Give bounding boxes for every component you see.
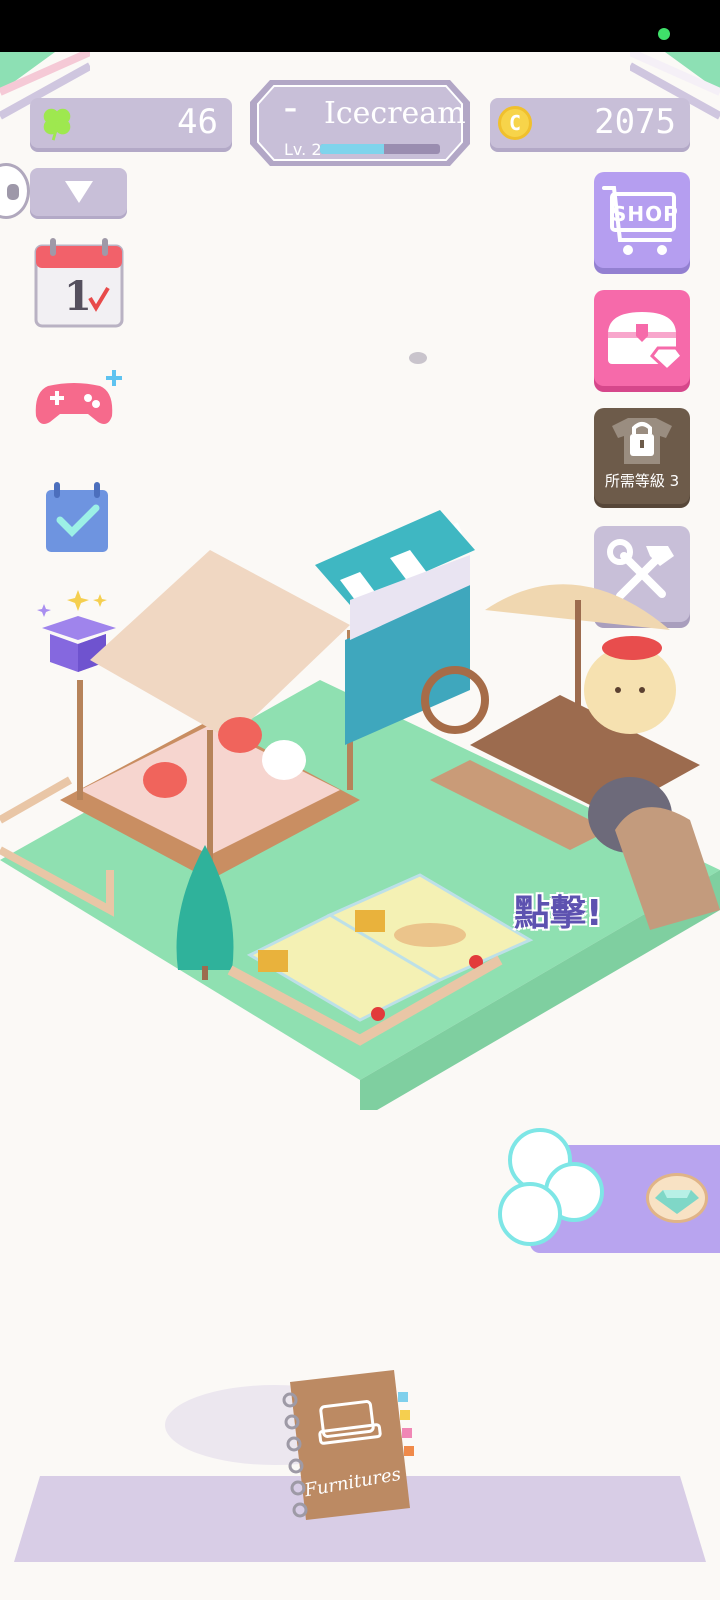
coin-icon: C	[498, 106, 532, 140]
player-level: Lv. 2	[284, 140, 322, 159]
status-indicator-dot	[658, 28, 670, 40]
side-toggle-button[interactable]	[0, 163, 30, 219]
pebble	[409, 352, 427, 364]
clover-counter[interactable]: 46	[30, 98, 232, 148]
shop-button[interactable]: SHOP	[594, 172, 690, 268]
clover-icon	[43, 108, 71, 141]
name-dash: –	[284, 94, 297, 124]
player-name: Icecream	[324, 96, 466, 131]
level-progress-bar	[320, 144, 440, 154]
chevron-down-icon	[64, 181, 93, 203]
isometric-park-scene[interactable]: ICECREAM	[0, 350, 720, 1110]
diamond-icon	[655, 1190, 699, 1214]
coin-counter[interactable]: C 2075	[490, 98, 690, 148]
coin-count: 2075	[594, 102, 676, 142]
level-progress-fill	[320, 144, 384, 154]
calendar-icon[interactable]: 1	[34, 238, 124, 328]
clover-count: 46	[177, 102, 218, 142]
svg-text:1: 1	[64, 273, 92, 320]
player-name-badge[interactable]: – Icecream Lv. 2	[248, 78, 472, 168]
gem-icon	[646, 1173, 708, 1223]
tap-hint-label: 點擊!	[514, 893, 603, 934]
cotton-puff-icon[interactable]	[496, 1122, 606, 1250]
shop-label: SHOP	[612, 202, 679, 226]
status-bar	[0, 0, 720, 52]
dog-character[interactable]	[584, 636, 676, 734]
expand-menu-button[interactable]	[30, 168, 127, 216]
furniture-catalog-button[interactable]: Furnitures	[282, 1370, 422, 1526]
book-icon	[282, 1370, 414, 1520]
